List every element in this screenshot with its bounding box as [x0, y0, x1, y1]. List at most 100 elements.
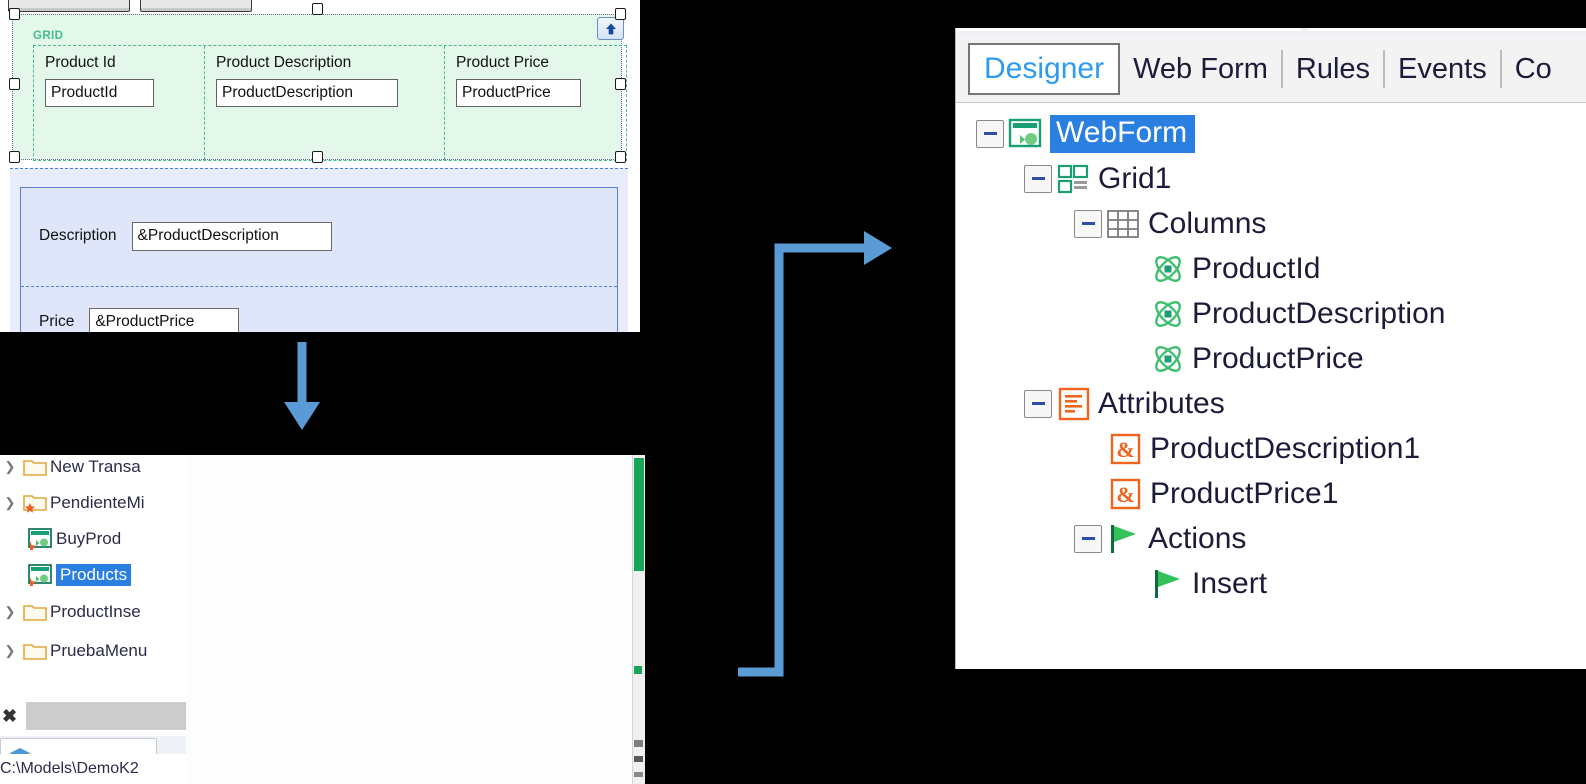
tree-node-insert[interactable]: Insert [1146, 561, 1267, 606]
down-arrow-annotation [284, 342, 320, 430]
tree-item-label: ProductInse [50, 602, 141, 621]
free-style-row: Description &ProductDescription [21, 210, 617, 262]
chevron-down-icon[interactable]: ❯ [0, 495, 20, 511]
tree-node-columns[interactable]: Columns [1074, 201, 1266, 246]
top-strip-slot [1308, 28, 1586, 31]
grid-icon [1052, 164, 1096, 194]
splitter-grip[interactable] [26, 702, 186, 730]
selection-handle[interactable] [312, 151, 323, 163]
top-strip-slot [956, 28, 1301, 31]
description-variable-field[interactable]: &ProductDescription [131, 221, 332, 251]
scrollbar-marker [634, 740, 643, 747]
object-designer-panel: Designer Web Form Rules Events Co WebFor… [955, 28, 1586, 669]
selection-handle[interactable] [312, 3, 323, 15]
chevron-right-icon[interactable]: ❯ [0, 459, 20, 475]
toolbar-stub-button-1[interactable] [8, 0, 130, 12]
grid-column-value[interactable]: ProductId [45, 79, 154, 107]
price-variable-field[interactable]: &ProductPrice [89, 307, 240, 332]
scrollbar-marker [634, 772, 643, 777]
scrollbar-marker [634, 458, 644, 571]
tree-node-productprice[interactable]: ProductPrice [1146, 336, 1364, 381]
grid-column-value[interactable]: ProductDescription [216, 79, 398, 107]
tree-node-label: WebForm [1050, 114, 1196, 153]
tab-label: Designer [984, 52, 1105, 85]
tree-node-productdescription1[interactable]: & ProductDescription1 [1104, 426, 1420, 471]
collapse-toggle-icon[interactable] [1024, 389, 1052, 418]
tree-node-label: Actions [1148, 521, 1247, 555]
webpanel-icon [26, 528, 56, 550]
folder-icon [20, 457, 50, 477]
tab-web-form[interactable]: Web Form [1120, 43, 1281, 95]
free-style-row: Price &ProductPrice [21, 300, 617, 332]
collapse-toggle-icon[interactable] [1074, 524, 1102, 553]
grid-column-title: Product Id [45, 54, 116, 71]
grid-control-region[interactable]: GRID Product Id ProductId Product Descri… [12, 14, 627, 161]
variable-ampersand-icon: & [1104, 478, 1148, 510]
selection-handle[interactable] [9, 78, 20, 90]
tree-node-label: ProductDescription1 [1150, 431, 1421, 465]
tree-node-webform[interactable]: WebForm [976, 111, 1196, 156]
tree-node-label: Grid1 [1098, 161, 1172, 195]
attributes-list-icon [1052, 387, 1096, 421]
free-style-region[interactable]: Description &ProductDescription Price &P… [10, 168, 628, 332]
svg-text:&: & [1116, 482, 1134, 507]
selection-handle[interactable] [9, 8, 20, 20]
selection-handle[interactable] [615, 78, 626, 90]
status-bar: C:\Models\DemoK2 [0, 754, 186, 784]
attribute-atom-icon [1146, 252, 1190, 286]
attribute-atom-icon [1146, 342, 1190, 376]
tree-node-productid[interactable]: ProductId [1146, 246, 1320, 291]
grid-column-title: Product Description [216, 54, 352, 71]
tree-item-pendiente[interactable]: ❯ PendienteMi [0, 485, 186, 521]
grid-column-cell[interactable]: Product Price ProductPrice [445, 46, 628, 160]
row-divider [21, 286, 617, 287]
folder-star-icon [20, 493, 50, 514]
upload-arrow-icon[interactable] [597, 17, 624, 40]
grid-columns-row: Product Id ProductId Product Description… [33, 45, 627, 161]
free-style-table: Description &ProductDescription Price &P… [20, 187, 618, 332]
scrollbar-marker [634, 756, 643, 762]
tree-item-productinsert[interactable]: ❯ ProductInse [0, 594, 186, 630]
grid-column-cell[interactable]: Product Description ProductDescription [205, 46, 445, 160]
collapse-toggle-icon[interactable] [1074, 209, 1102, 238]
tree-node-label: Columns [1148, 206, 1267, 240]
grid-column-cell[interactable]: Product Id ProductId [34, 46, 205, 160]
panel-splitter[interactable]: ✖ [0, 700, 186, 736]
collapse-toggle-icon[interactable] [1024, 164, 1052, 193]
tab-designer[interactable]: Designer [968, 43, 1121, 95]
tree-item-label: Products [56, 564, 132, 586]
tree-node-productdescription[interactable]: ProductDescription [1146, 291, 1445, 336]
tree-node-grid1[interactable]: Grid1 [1024, 156, 1171, 201]
toolbar-stub-button-2[interactable] [140, 0, 252, 12]
tree-item-new-transaction[interactable]: ❯ New Transa [0, 455, 186, 485]
tab-events[interactable]: Events [1385, 43, 1500, 95]
tree-item-buyproduct[interactable]: BuyProd [0, 521, 212, 557]
tree-node-label: ProductDescription [1192, 296, 1446, 330]
tree-item-pruebamenu[interactable]: ❯ PruebaMenu [0, 633, 186, 669]
tree-node-actions[interactable]: Actions [1074, 516, 1246, 561]
attribute-atom-icon [1146, 297, 1190, 331]
chevron-right-icon[interactable]: ❯ [0, 643, 20, 659]
tree-node-label: ProductPrice [1192, 341, 1364, 375]
tree-node-productprice1[interactable]: & ProductPrice1 [1104, 471, 1338, 516]
webpanel-icon [26, 564, 56, 586]
tab-rules[interactable]: Rules [1283, 43, 1383, 95]
price-label: Price [39, 313, 75, 330]
scrollbar-marker [634, 666, 642, 674]
selection-handle[interactable] [615, 8, 626, 20]
tree-node-label: ProductId [1192, 251, 1321, 285]
vertical-scrollbar[interactable] [632, 455, 645, 784]
tree-item-label: New Transa [50, 457, 141, 476]
folder-icon [20, 641, 50, 661]
chevron-right-icon[interactable]: ❯ [0, 604, 20, 620]
close-icon[interactable]: ✖ [2, 706, 17, 727]
tree-item-label: PendienteMi [50, 493, 145, 512]
selection-handle[interactable] [9, 151, 20, 163]
grid-column-value[interactable]: ProductPrice [456, 79, 581, 107]
collapse-toggle-icon[interactable] [976, 119, 1004, 148]
selection-handle[interactable] [615, 151, 626, 163]
webform-icon [1004, 118, 1048, 150]
tab-conditions[interactable]: Co [1502, 43, 1565, 95]
tree-item-products[interactable]: Products [0, 557, 212, 593]
tree-node-attributes[interactable]: Attributes [1024, 381, 1225, 426]
